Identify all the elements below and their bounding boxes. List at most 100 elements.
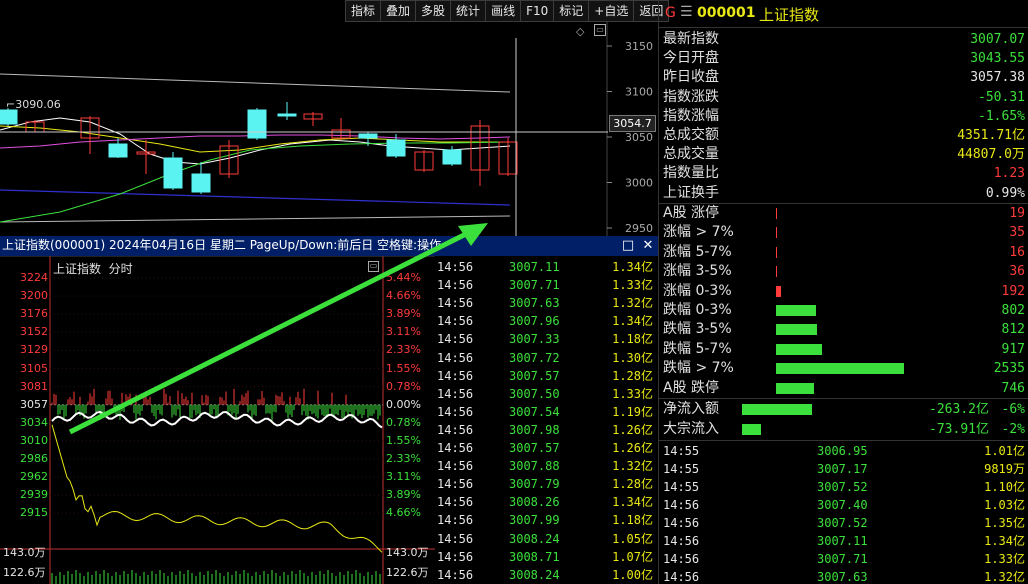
quote-tick-row: 14:56 3007.11 1.34亿 [659, 532, 1028, 550]
tick-amount: 1.05亿 [612, 531, 653, 546]
stat-row: 最新指数 3007.07 [659, 30, 1028, 49]
percent-axis-right-label: 2.33% [386, 452, 421, 465]
breadth-bar [776, 285, 781, 297]
price-axis-label: 2950 [625, 222, 653, 235]
stat-row: 总成交额 4351.71亿 [659, 126, 1028, 145]
tick-price: 3008.71 [509, 549, 560, 564]
flow-bar [742, 404, 812, 415]
percent-axis-right-label: 3.89% [386, 307, 421, 321]
panel-toggle-icon[interactable]: ▭ [594, 24, 606, 36]
breadth-bar [776, 324, 817, 336]
toolbar-button-4[interactable]: 画线 [485, 0, 522, 22]
candle-body[interactable] [163, 157, 183, 189]
toolbar-button-1[interactable]: 叠加 [380, 0, 417, 22]
menu-icon[interactable]: ☰ [680, 4, 693, 20]
kline-chart[interactable]: 3150 3100 3050 3000 2950 ◇ ▭ ⌐3090.06 3054.7 [0, 22, 658, 237]
breadth-value: 802 [1001, 303, 1025, 318]
tick-price: 3007.54 [509, 404, 560, 419]
intraday-menu-icon[interactable]: ▭ [368, 261, 379, 272]
stat-label: 指数量比 [663, 165, 719, 182]
candle-body[interactable] [247, 109, 267, 139]
stat-value: 3057.38 [970, 70, 1025, 86]
stock-code: 000001 [697, 5, 756, 21]
candle-body[interactable] [108, 143, 128, 158]
tick-amount: 1.07亿 [612, 549, 653, 564]
tick-time: 14:56 [437, 368, 474, 383]
candle-body[interactable] [277, 113, 297, 117]
breadth-bar [776, 363, 904, 375]
tick-row: 14:56 3008.26 1.34亿 [435, 493, 657, 511]
flow-row: 净流入额 -263.2亿 -6% [659, 400, 1028, 419]
breadth-value: 917 [1001, 341, 1025, 357]
tick-time: 14:56 [437, 441, 474, 455]
price-axis-left-label: 3129 [20, 343, 48, 357]
stat-row: 指数量比 1.23 [659, 164, 1028, 183]
candle-body[interactable] [358, 133, 378, 139]
tick-list[interactable]: 14:56 3007.11 1.34亿 14:56 3007.71 1.33亿 14:56 3… [435, 256, 657, 584]
tick-amount: 1.34亿 [984, 534, 1025, 548]
tick-amount: 1.32亿 [984, 570, 1025, 584]
tick-row: 14:56 3007.79 1.28亿 [435, 475, 657, 493]
percent-axis-right-label: 0.78% [386, 415, 421, 429]
toolbar-button-3[interactable]: 统计 [450, 0, 487, 22]
candle-body[interactable] [191, 173, 211, 193]
price-axis-left-label: 3057 [20, 397, 48, 411]
intraday-svg[interactable] [0, 255, 435, 584]
price-axis-left-label: 2939 [20, 488, 48, 502]
tick-time: 14:56 [663, 498, 700, 512]
tick-amount: 1.01亿 [984, 444, 1025, 458]
tick-row: 14:56 3007.11 1.34亿 [435, 258, 657, 276]
breadth-value: 746 [1001, 380, 1025, 396]
toolbar-button-6[interactable]: 标记 [553, 0, 590, 22]
tick-time: 14:56 [437, 459, 474, 474]
quote-panel: G ☰ 000001 上证指数 最新指数 3007.07 今日开盘 3043.55 昨日… [658, 0, 1028, 584]
breadth-row: 涨幅 3-5% 36 [659, 262, 1028, 281]
toolbar-button-0[interactable]: 指标 [345, 0, 382, 22]
tick-price: 3007.40 [817, 498, 868, 512]
candle-body[interactable] [442, 149, 462, 165]
price-axis-left-label: 3200 [20, 289, 48, 303]
stock-name: 上证指数 [759, 6, 820, 24]
quote-tick-row: 14:56 3007.63 1.32亿 [659, 568, 1028, 584]
tick-price: 3007.57 [509, 441, 560, 455]
tick-amount: 1.34亿 [612, 314, 653, 329]
intraday-chart[interactable]: 上证指数 分时 ▭ 3224 5.44% 3200 4.66% 3176 3.89% 315… [0, 255, 435, 584]
group-badge[interactable]: G [665, 5, 676, 21]
volume-axis-left-label: 122.6万 [3, 566, 46, 579]
tick-amount: 1.32亿 [612, 459, 653, 474]
breadth-value: 35 [1009, 225, 1025, 241]
breadth-bar [776, 208, 777, 219]
stat-value: 0.99% [985, 185, 1025, 201]
tick-time: 14:56 [437, 404, 474, 419]
toolbar-button-7[interactable]: +自选 [588, 0, 635, 22]
stat-label: 昨日收盘 [663, 69, 719, 86]
tick-amount: 1.26亿 [612, 441, 653, 455]
kline-svg[interactable]: 3150 3100 3050 3000 2950 [0, 22, 658, 237]
stat-row: 指数涨跌 -50.31 [659, 88, 1028, 107]
tick-time: 14:56 [437, 513, 474, 528]
toolbar-button-5[interactable]: F10 [520, 0, 555, 22]
candle-body[interactable] [0, 109, 18, 125]
price-axis-left-label: 2962 [20, 470, 48, 484]
close-icon[interactable]: ✕ [640, 236, 656, 256]
breadth-value: 812 [1001, 322, 1025, 338]
crosshair-price-label: 3054.7 [609, 115, 656, 132]
stat-label: 总成交量 [663, 146, 719, 163]
tick-price: 3007.79 [509, 477, 560, 492]
tick-amount: 1.33亿 [612, 386, 653, 401]
diamond-icon[interactable]: ◇ [576, 25, 584, 38]
restore-icon[interactable]: □ [620, 236, 636, 256]
toolbar-button-2[interactable]: 多股 [415, 0, 452, 22]
stat-value: 44807.0万 [957, 147, 1025, 163]
stat-value: -50.31 [978, 89, 1025, 105]
price-axis-label: 3000 [625, 177, 653, 190]
percent-axis-right-label: 0.78% [386, 379, 421, 393]
tick-price: 3007.88 [509, 459, 560, 474]
candle-body[interactable] [386, 139, 406, 157]
tick-time: 14:55 [663, 444, 700, 458]
breadth-bar [776, 266, 777, 278]
tick-time: 14:56 [437, 350, 474, 365]
tick-row: 14:56 3007.57 1.28亿 [435, 367, 657, 385]
tick-amount: 1.03亿 [984, 498, 1025, 512]
volume-axis-left-label: 143.0万 [3, 546, 46, 559]
